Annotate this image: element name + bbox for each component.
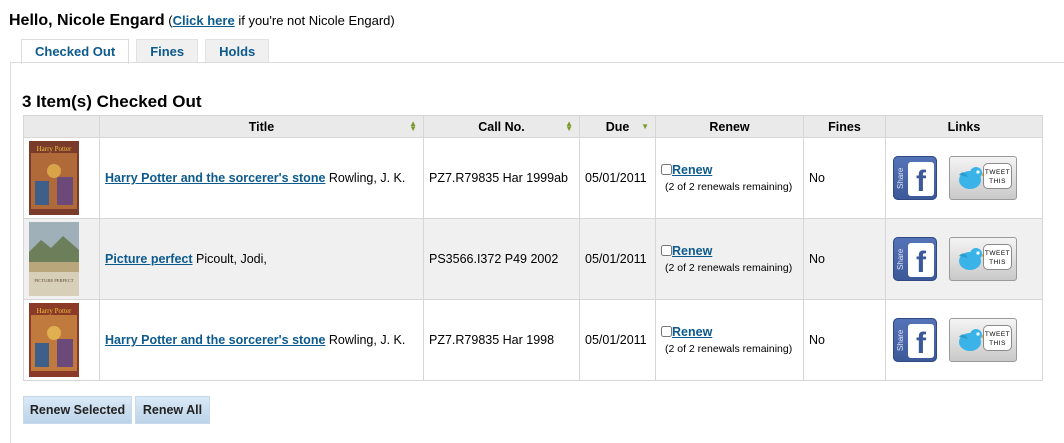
tab-checked-out[interactable]: Checked Out xyxy=(21,39,130,64)
table-row: PICTURE PERFECT Picture perfect Picoult,… xyxy=(23,218,1043,300)
due-date: 05/01/2011 xyxy=(579,218,656,300)
tab-bar: Checked Out Fines Holds xyxy=(21,39,276,64)
call-number: PS3566.I372 P49 2002 xyxy=(423,218,580,300)
due-column-header[interactable]: Due ▼ xyxy=(579,115,656,138)
renew-cell: Renew (2 of 2 renewals remaining) xyxy=(655,137,804,219)
renewals-remaining: (2 of 2 renewals remaining) xyxy=(665,262,793,274)
renewals-remaining: (2 of 2 renewals remaining) xyxy=(665,343,793,355)
renew-selected-button[interactable]: Renew Selected xyxy=(23,396,132,424)
tab-holds[interactable]: Holds xyxy=(205,39,270,63)
renew-cell: Renew (2 of 2 renewals remaining) xyxy=(655,218,804,300)
cover-cell: PICTURE PERFECT xyxy=(23,218,100,300)
author: Rowling, J. K. xyxy=(328,333,406,347)
facebook-icon: f xyxy=(908,324,934,360)
tweet-this-bubble: TWEET THIS xyxy=(983,325,1012,351)
this-label: THIS xyxy=(989,259,1006,266)
twitter-bird-icon xyxy=(959,167,986,189)
sort-both-icon: ▲ ▼ xyxy=(409,119,417,133)
this-label: THIS xyxy=(989,340,1006,347)
fines-value: No xyxy=(803,137,886,219)
book-cover-image[interactable]: Harry Potter xyxy=(29,141,79,215)
renew-link[interactable]: Renew xyxy=(672,244,712,258)
not-you-link[interactable]: Click here xyxy=(173,13,235,28)
facebook-icon: f xyxy=(908,243,934,279)
cover-title-text: Harry Potter xyxy=(37,307,72,315)
share-label: Share xyxy=(896,329,905,351)
table-row: Harry Potter Harry Potter and the sorcer… xyxy=(23,137,1043,219)
renew-all-button[interactable]: Renew All xyxy=(135,396,210,424)
facebook-share-button[interactable]: Share f xyxy=(893,156,937,200)
tweet-this-button[interactable]: TWEET THIS xyxy=(949,318,1017,362)
renew-header-label: Renew xyxy=(709,119,750,134)
call-number: PZ7.R79835 Har 1998 xyxy=(423,299,580,381)
share-label: Share xyxy=(896,248,905,270)
greeting-name: Hello, Nicole Engard xyxy=(9,12,165,29)
checked-out-table: Title ▲ ▼ Call No. ▲ ▼ Due ▼ Renew Fines L… xyxy=(23,115,1043,381)
facebook-share-button[interactable]: Share f xyxy=(893,318,937,362)
author: Rowling, J. K. xyxy=(328,171,406,185)
book-cover-image[interactable]: Harry Potter xyxy=(29,303,79,377)
author: Picoult, Jodi, xyxy=(196,252,267,266)
fines-value: No xyxy=(803,299,886,381)
due-date: 05/01/2011 xyxy=(579,299,656,381)
fines-value: No xyxy=(803,218,886,300)
facebook-icon: f xyxy=(908,162,934,198)
title-link[interactable]: Harry Potter and the sorcerer's stone xyxy=(105,171,325,185)
sort-both-icon: ▲ ▼ xyxy=(565,119,573,133)
tab-fines[interactable]: Fines xyxy=(136,39,199,63)
twitter-bird-icon xyxy=(959,329,986,351)
sort-desc-icon: ▼ xyxy=(641,122,649,131)
tweet-this-bubble: TWEET THIS xyxy=(983,244,1012,270)
table-header-row: Title ▲ ▼ Call No. ▲ ▼ Due ▼ Renew Fines L… xyxy=(23,115,1043,138)
call-number: PZ7.R79835 Har 1999ab xyxy=(423,137,580,219)
tweet-this-bubble: TWEET THIS xyxy=(983,163,1012,189)
cover-cell: Harry Potter xyxy=(23,299,100,381)
book-cover-image[interactable]: PICTURE PERFECT xyxy=(29,222,79,296)
renew-cell: Renew (2 of 2 renewals remaining) xyxy=(655,299,804,381)
tweet-this-button[interactable]: TWEET THIS xyxy=(949,237,1017,281)
tweet-this-button[interactable]: TWEET THIS xyxy=(949,156,1017,200)
title-link[interactable]: Harry Potter and the sorcerer's stone xyxy=(105,333,325,347)
links-cell: Share f TWEET THIS xyxy=(885,299,1043,381)
tweet-label: TWEET xyxy=(984,250,1011,257)
cover-cell: Harry Potter xyxy=(23,137,100,219)
title-link[interactable]: Picture perfect xyxy=(105,252,193,266)
tweet-label: TWEET xyxy=(984,169,1011,176)
twitter-bird-icon xyxy=(959,248,986,270)
due-header-label: Due xyxy=(605,119,630,134)
callno-column-header[interactable]: Call No. ▲ ▼ xyxy=(423,115,580,138)
title-cell: Picture perfect Picoult, Jodi, xyxy=(99,218,424,300)
renew-checkbox[interactable] xyxy=(661,164,672,175)
renew-link[interactable]: Renew xyxy=(672,163,712,177)
callno-header-label: Call No. xyxy=(478,119,525,134)
greeting: Hello, Nicole Engard (Click here if you'… xyxy=(9,12,395,30)
fines-column-header: Fines xyxy=(803,115,886,138)
title-cell: Harry Potter and the sorcerer's stone Ro… xyxy=(99,299,424,381)
facebook-share-button[interactable]: Share f xyxy=(893,237,937,281)
cover-column-header xyxy=(23,115,100,138)
cover-title-text: Harry Potter xyxy=(37,145,72,153)
renew-link[interactable]: Renew xyxy=(672,325,712,339)
this-label: THIS xyxy=(989,178,1006,185)
renew-column-header: Renew xyxy=(655,115,804,138)
greeting-rest: if you're not Nicole Engard) xyxy=(234,13,395,28)
table-row: Harry Potter Harry Potter and the sorcer… xyxy=(23,299,1043,381)
links-header-label: Links xyxy=(947,119,981,134)
links-cell: Share f TWEET THIS xyxy=(885,218,1043,300)
share-label: Share xyxy=(896,167,905,189)
fines-header-label: Fines xyxy=(828,119,861,134)
title-column-header[interactable]: Title ▲ ▼ xyxy=(99,115,424,138)
title-cell: Harry Potter and the sorcerer's stone Ro… xyxy=(99,137,424,219)
tweet-label: TWEET xyxy=(984,331,1011,338)
due-date: 05/01/2011 xyxy=(579,137,656,219)
cover-title-text: PICTURE PERFECT xyxy=(34,278,73,283)
section-title: 3 Item(s) Checked Out xyxy=(22,92,202,111)
renew-checkbox[interactable] xyxy=(661,326,672,337)
links-cell: Share f TWEET THIS xyxy=(885,137,1043,219)
renewals-remaining: (2 of 2 renewals remaining) xyxy=(665,181,793,193)
renew-checkbox[interactable] xyxy=(661,245,672,256)
title-header-label: Title xyxy=(248,119,275,134)
links-column-header: Links xyxy=(885,115,1043,138)
